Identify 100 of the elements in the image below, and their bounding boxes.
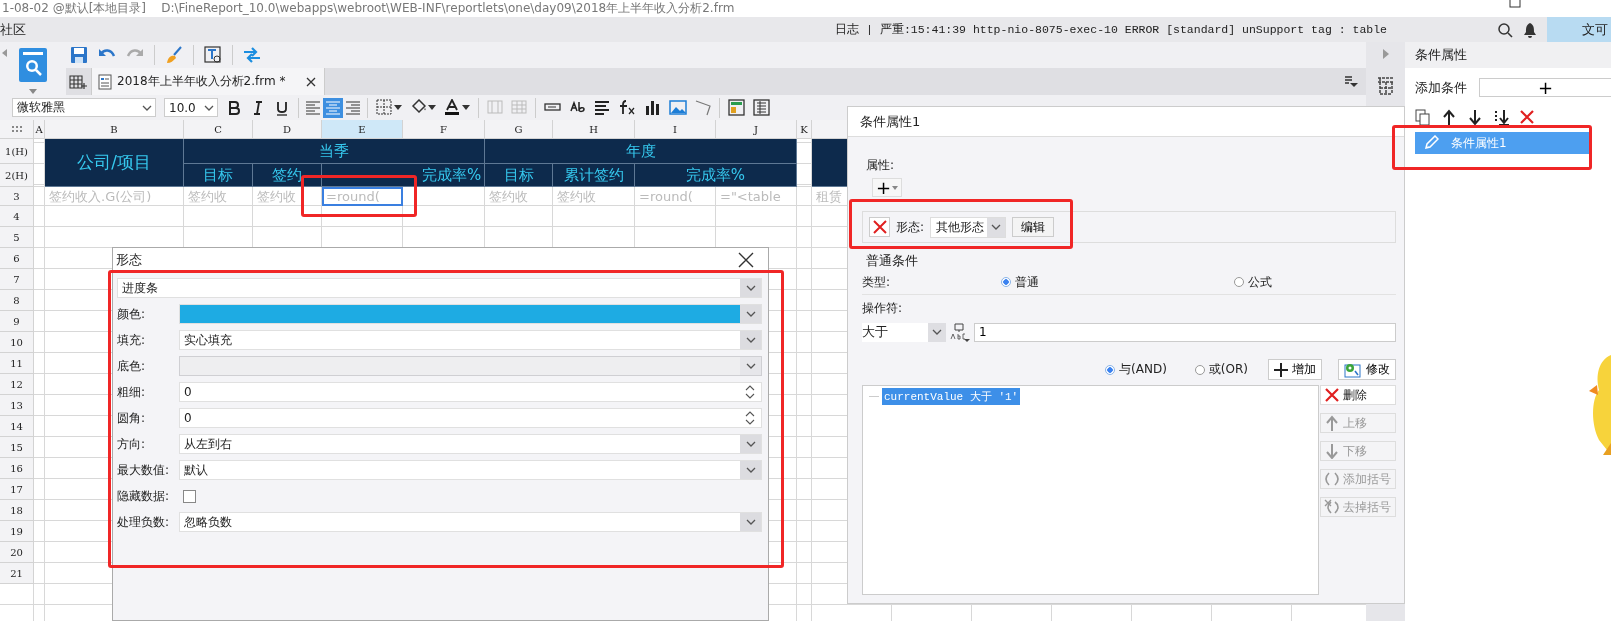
row-header[interactable]: 10 xyxy=(0,332,34,353)
text-preview-icon[interactable] xyxy=(204,46,222,64)
pencil-icon xyxy=(1423,135,1439,151)
row-header[interactable]: 1(H) xyxy=(0,139,34,164)
style-select[interactable]: 其他形态 xyxy=(930,216,1007,238)
dropdown-field[interactable]: 实心填充 xyxy=(179,330,762,350)
font-select[interactable]: 微软雅黑 xyxy=(12,98,156,117)
column-header[interactable]: K xyxy=(797,120,812,139)
collapse-arrow-icon[interactable] xyxy=(2,49,7,57)
row-header[interactable]: 14 xyxy=(0,416,34,437)
row-header[interactable]: 11 xyxy=(0,353,34,374)
underline-icon[interactable] xyxy=(274,99,290,116)
value-type-icon[interactable] xyxy=(950,322,970,342)
report-search-icon[interactable] xyxy=(18,47,48,85)
column-header[interactable]: A xyxy=(34,120,45,139)
split-cells-icon[interactable] xyxy=(511,98,527,117)
add-property-button[interactable]: + xyxy=(872,178,903,197)
radio-button[interactable]: 公式 xyxy=(1234,273,1272,291)
row-header[interactable]: 19 xyxy=(0,521,34,542)
row-header[interactable]: 21 xyxy=(0,563,34,584)
search-icon[interactable] xyxy=(1497,21,1513,38)
value-input[interactable]: 1 xyxy=(974,322,1396,342)
radio-button[interactable]: 普通 xyxy=(1001,273,1039,291)
operator-select[interactable]: 大于 xyxy=(862,322,946,342)
dropdown-menu-icon[interactable] xyxy=(1344,75,1358,88)
save-icon[interactable] xyxy=(70,46,88,64)
field-label: 隐藏数据: xyxy=(117,487,171,505)
bar-chart-icon[interactable] xyxy=(644,98,661,117)
row-header[interactable]: 6 xyxy=(0,248,34,269)
align-center-icon[interactable] xyxy=(323,97,343,118)
edit-button[interactable]: 编辑 xyxy=(1012,217,1055,237)
dropdown-field[interactable]: 忽略负数 xyxy=(179,512,762,532)
spinner-arrows-icon xyxy=(744,409,756,427)
header-cell: 目标 xyxy=(485,164,553,187)
bold-icon[interactable] xyxy=(226,99,242,116)
row-header[interactable]: 2(H) xyxy=(0,164,34,187)
number-field[interactable]: 0 xyxy=(179,382,762,402)
row-header[interactable]: 8 xyxy=(0,290,34,311)
close-icon[interactable] xyxy=(738,252,754,268)
caret-icon[interactable] xyxy=(394,105,402,110)
row-header[interactable]: 5 xyxy=(0,227,34,248)
move-bottom-icon[interactable] xyxy=(1493,109,1509,126)
row-header[interactable]: 20 xyxy=(0,542,34,563)
font-size-select[interactable]: 10.0 xyxy=(164,98,218,117)
select-all-icon[interactable] xyxy=(10,125,23,133)
copy-icon[interactable] xyxy=(1415,109,1431,126)
grid-add-icon[interactable] xyxy=(69,73,87,90)
document-tab[interactable]: 2018年上半年收入分析2.frm * xyxy=(91,68,325,95)
radio-button[interactable]: 与(AND) xyxy=(1105,361,1167,378)
row-header[interactable]: 18 xyxy=(0,500,34,521)
row-header[interactable]: 4 xyxy=(0,206,34,227)
header-cell: 目标 xyxy=(184,164,253,187)
header-cell: 累计签约 xyxy=(553,164,635,187)
checkbox[interactable] xyxy=(183,489,196,503)
function-icon[interactable] xyxy=(618,98,636,117)
arrow-up-icon[interactable] xyxy=(1441,109,1457,126)
dropdown-field[interactable]: 默认 xyxy=(179,460,762,480)
remove-button[interactable] xyxy=(869,217,890,237)
row-header[interactable]: 13 xyxy=(0,395,34,416)
radio-button[interactable]: 或(OR) xyxy=(1194,361,1248,378)
list-layout-icon[interactable] xyxy=(753,98,770,117)
color-select[interactable] xyxy=(179,304,762,324)
row-header[interactable]: 16 xyxy=(0,458,34,479)
add-condition-button[interactable]: + xyxy=(1479,78,1611,97)
paragraph-icon[interactable] xyxy=(594,98,610,117)
borders-icon[interactable] xyxy=(376,98,392,117)
maximize-icon[interactable] xyxy=(1509,0,1521,8)
field-label: 最大数值: xyxy=(117,461,171,479)
field-label: 颜色: xyxy=(117,305,147,323)
style-type-select[interactable]: 进度条 xyxy=(117,278,762,298)
caret-icon[interactable] xyxy=(428,105,436,110)
merge-cells-icon[interactable] xyxy=(487,98,503,117)
swap-arrows-icon[interactable] xyxy=(243,46,261,64)
brush-icon[interactable] xyxy=(165,46,183,64)
field-label: 处理负数: xyxy=(117,513,171,531)
action-button[interactable]: 删除 xyxy=(1320,385,1396,405)
delete-icon[interactable] xyxy=(1519,109,1535,126)
row-header[interactable]: 3 xyxy=(0,187,34,206)
field-label: 圆角: xyxy=(117,409,147,427)
form-layout-icon[interactable] xyxy=(728,98,745,117)
row-header[interactable]: 7 xyxy=(0,269,34,290)
row-header[interactable]: 17 xyxy=(0,479,34,500)
header-cell: 年度 xyxy=(485,139,797,164)
menu-item[interactable]: 社区 xyxy=(0,20,28,39)
column-header[interactable]: E xyxy=(322,120,403,139)
slash-icon[interactable] xyxy=(695,98,711,117)
modify-button[interactable]: 修改 xyxy=(1338,359,1396,380)
close-icon[interactable] xyxy=(306,76,316,87)
row-header[interactable]: 15 xyxy=(0,437,34,458)
bell-icon[interactable] xyxy=(1523,21,1537,38)
font-color-icon[interactable] xyxy=(444,98,460,117)
row-header[interactable]: 12 xyxy=(0,374,34,395)
add-button[interactable]: 增加 xyxy=(1268,359,1322,380)
image-icon[interactable] xyxy=(669,98,687,117)
caret-icon[interactable] xyxy=(462,105,470,110)
arrow-down-icon[interactable] xyxy=(1467,109,1483,126)
dropdown-field[interactable]: 从左到右 xyxy=(179,434,762,454)
number-field[interactable]: 0 xyxy=(179,408,762,428)
row-header[interactable]: 9 xyxy=(0,311,34,332)
log-message: 日志 | 严重:15:41:39 http-nio-8075-exec-10 ERROR [standard] unSupport tag : table xyxy=(835,22,1387,37)
